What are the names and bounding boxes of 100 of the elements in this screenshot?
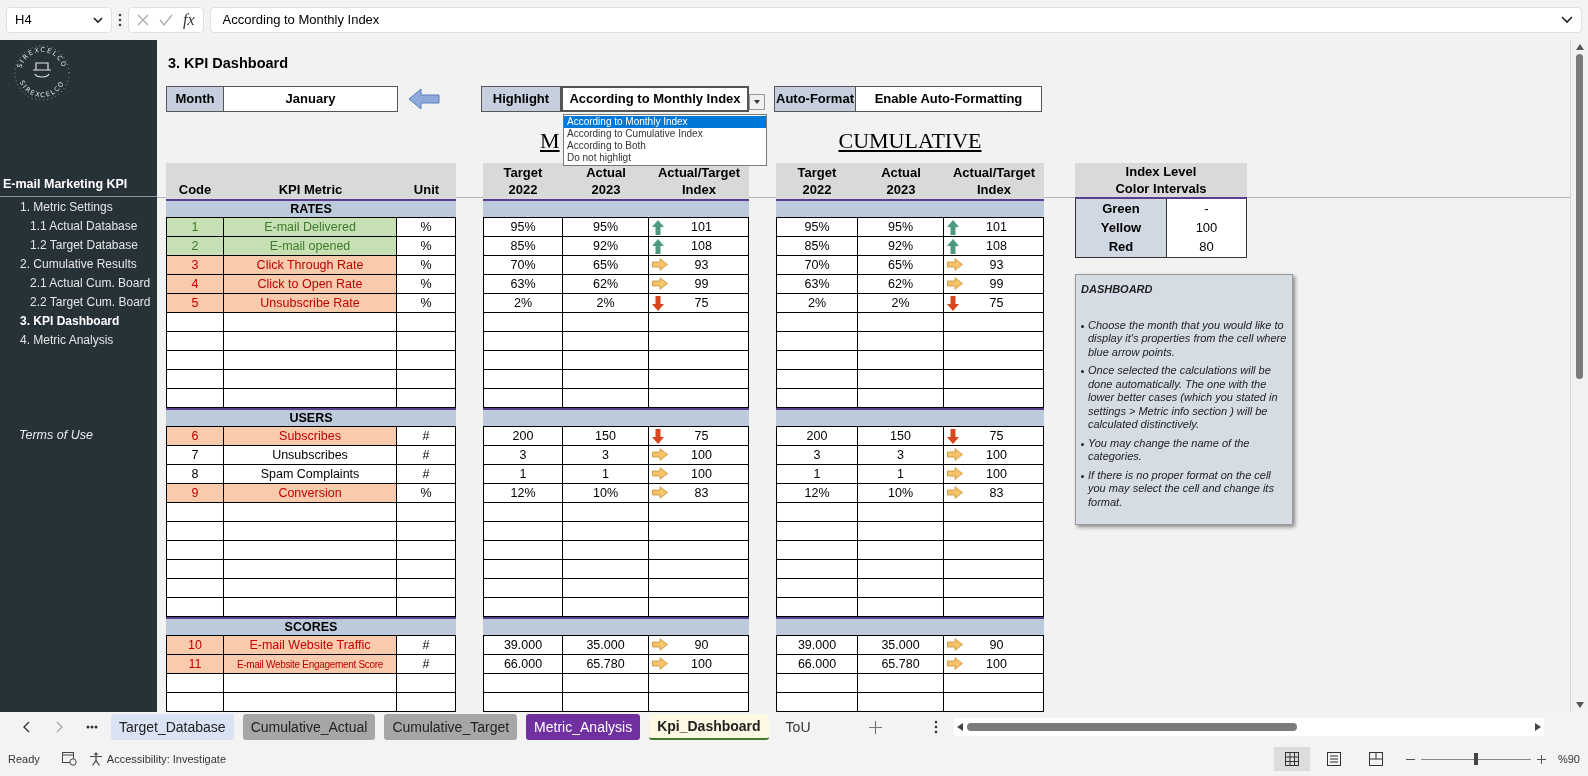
table-cell: 39.000 <box>776 636 858 655</box>
table-cell-text: 99 <box>694 275 709 293</box>
table-cell: 70% <box>776 256 858 275</box>
grid-icon <box>1284 752 1299 766</box>
sheet-tab[interactable]: Cumulative_Target <box>384 714 518 740</box>
sidebar-link[interactable]: 2. Cumulative Results <box>0 255 157 274</box>
scroll-left-icon[interactable] <box>956 723 963 731</box>
section-header: USERS <box>166 408 456 427</box>
dropdown-option[interactable]: According to Cumulative Index <box>564 128 766 140</box>
dropdown-field[interactable]: According to Monthly Index <box>561 86 749 112</box>
dropdown-field[interactable]: January <box>224 86 398 112</box>
zoom-in-icon[interactable] <box>1536 754 1546 764</box>
table-cell-text: 99 <box>989 275 1004 293</box>
table-cell-text: 90 <box>694 636 709 654</box>
sidebar-link[interactable]: 4. Metric Analysis <box>0 331 157 350</box>
note-title: DASHBOARD <box>1081 283 1154 297</box>
sidebar-link[interactable]: 3. KPI Dashboard <box>0 312 157 331</box>
normal-view-button[interactable] <box>1273 747 1310 771</box>
check-icon[interactable] <box>159 14 173 26</box>
dropdown-option[interactable]: According to Both <box>564 140 766 152</box>
terms-of-use-link[interactable]: Terms of Use <box>0 426 157 445</box>
table-cell: 6 <box>166 427 224 446</box>
section-heading: M <box>540 128 560 153</box>
macro-recording-icon[interactable] <box>61 752 77 766</box>
formula-field[interactable]: According to Monthly Index <box>209 7 1582 33</box>
dropdown-button[interactable] <box>749 94 765 110</box>
sheet-title: 3. KPI Dashboard <box>168 54 290 73</box>
table-cell: 150 <box>563 427 649 446</box>
more-vertical-icon[interactable] <box>118 13 122 27</box>
more-vertical-icon[interactable] <box>933 720 938 734</box>
sidebar-link[interactable]: 2.1 Actual Cum. Board <box>0 274 157 293</box>
scroll-right-icon[interactable] <box>1534 723 1541 731</box>
sheet-tab[interactable]: Kpi_Dashboard <box>649 714 769 740</box>
table-cell-text: 100 <box>986 465 1007 483</box>
table-cell: 1 <box>166 218 224 237</box>
table-cell: 85% <box>483 237 563 256</box>
table-cell <box>166 332 224 351</box>
horizontal-scrollbar[interactable] <box>953 718 1544 736</box>
sheet-tab[interactable]: Cumulative_Actual <box>242 714 376 740</box>
accessibility-icon[interactable] <box>88 752 103 766</box>
field-label: Month <box>166 86 224 112</box>
sheet-tab[interactable]: Target_Database <box>111 714 234 740</box>
add-sheet-icon[interactable] <box>868 720 882 734</box>
slider-thumb[interactable] <box>1473 753 1478 765</box>
table-cell: - <box>1167 199 1247 220</box>
table-cell: 66.000 <box>483 655 563 674</box>
zoom-level[interactable]: %90 <box>1557 750 1580 768</box>
dropdown-option[interactable]: According to Monthly Index <box>564 116 766 128</box>
insert-function-button[interactable]: fx <box>183 12 195 28</box>
column-header: Actual 2023 <box>880 164 922 199</box>
table-cell: 1 <box>483 465 563 484</box>
sidebar-link[interactable]: 1.1 Actual Database <box>0 217 157 236</box>
table-cell: 2% <box>776 294 858 313</box>
name-box[interactable]: H4 <box>6 7 112 33</box>
table-cell: 95% <box>483 218 563 237</box>
table-cell: 200 <box>483 427 563 446</box>
table-cell: 12% <box>776 484 858 503</box>
dropdown-option[interactable]: Do not highligt <box>564 152 766 164</box>
table-cell-text: 75 <box>694 294 709 312</box>
table-cell: % <box>397 484 456 503</box>
table-cell: E-mail opened <box>224 237 397 256</box>
table-cell: 70% <box>483 256 563 275</box>
section-header: RATES <box>166 199 456 218</box>
table-cell: 39.000 <box>483 636 563 655</box>
table-cell: 7 <box>166 446 224 465</box>
table-cell: 3 <box>563 446 649 465</box>
scroll-down-icon[interactable] <box>1575 702 1584 708</box>
previous-sheet-icon[interactable] <box>22 721 30 733</box>
column-header: Unit <box>412 181 441 199</box>
zoom-slider[interactable] <box>1420 753 1531 765</box>
table-cell: E-mail Website Engagement Score <box>224 655 397 674</box>
table-cell: # <box>397 655 456 674</box>
sheet-tab[interactable]: Metric_Analysis <box>526 714 641 740</box>
sidebar-link[interactable]: 1. Metric Settings <box>0 198 157 217</box>
table-cell-text: 83 <box>989 484 1004 502</box>
table-cell-text: 100 <box>691 655 712 673</box>
column-header: Actual/Target Index <box>656 164 742 199</box>
sidebar-link[interactable]: 1.2 Target Database <box>0 236 157 255</box>
table-cell: 2% <box>858 294 944 313</box>
scrollbar-thumb[interactable] <box>1576 54 1583 379</box>
table-cell: 62% <box>858 275 944 294</box>
more-icon[interactable] <box>86 725 98 729</box>
table-cell: 85% <box>776 237 858 256</box>
dropdown-field[interactable]: Enable Auto-Formatting <box>856 86 1042 112</box>
sidebar-link[interactable]: 2.2 Target Cum. Board <box>0 293 157 312</box>
table-cell <box>166 560 224 579</box>
table-cell <box>397 579 456 598</box>
table-cell-text: 75 <box>989 427 1004 445</box>
table-cell: 65.780 <box>858 655 944 674</box>
table-cell: 10% <box>563 484 649 503</box>
scroll-up-icon[interactable] <box>1575 44 1584 50</box>
scrollbar-thumb[interactable] <box>966 723 1297 731</box>
sheet-tab[interactable]: ToU <box>777 714 819 740</box>
table-cell-text: 75 <box>989 294 1004 312</box>
bullet-icon <box>1081 474 1084 478</box>
table-cell: 10% <box>858 484 944 503</box>
table-cell-text: 100 <box>986 446 1007 464</box>
table-cell: % <box>397 237 456 256</box>
chevron-down-icon[interactable] <box>1561 16 1573 24</box>
status-text[interactable]: Accessibility: Investigate <box>106 750 226 768</box>
